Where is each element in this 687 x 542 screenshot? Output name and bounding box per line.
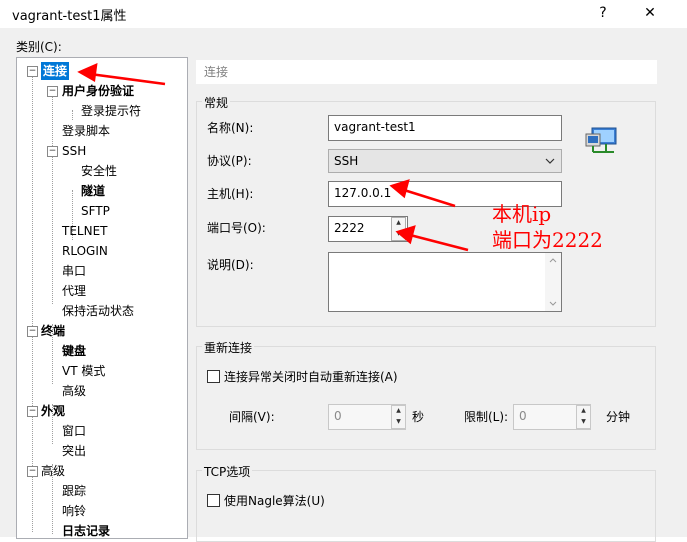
- tree-item-login-script[interactable]: 登录脚本: [62, 122, 110, 140]
- description-scrollbar[interactable]: [545, 253, 561, 311]
- tree-item-sftp[interactable]: SFTP: [81, 202, 110, 220]
- spin-up-icon[interactable]: ▲: [392, 218, 405, 229]
- tree-item-security[interactable]: 安全性: [81, 162, 117, 180]
- collapse-icon[interactable]: −: [47, 146, 58, 157]
- port-label: 端口号(O):: [207, 221, 266, 235]
- general-group-title: 常规: [202, 94, 231, 111]
- tree-item-telnet[interactable]: TELNET: [62, 222, 108, 240]
- tree-item-serial[interactable]: 串口: [62, 262, 86, 280]
- nagle-checkbox[interactable]: [207, 494, 220, 507]
- auto-reconnect-checkbox[interactable]: [207, 370, 220, 383]
- help-button[interactable]: ?: [583, 2, 623, 24]
- reconnect-group-title: 重新连接: [202, 339, 255, 356]
- tree-item-login-prompts[interactable]: 登录提示符: [81, 102, 141, 120]
- scroll-up-icon: [549, 258, 557, 263]
- auto-reconnect-label[interactable]: 连接异常关闭时自动重新连接(A): [224, 368, 398, 385]
- nagle-label[interactable]: 使用Nagle算法(U): [224, 492, 325, 509]
- collapse-icon[interactable]: −: [27, 406, 38, 417]
- tcp-group-title: TCP选项: [202, 463, 253, 480]
- host-label: 主机(H):: [207, 187, 254, 201]
- limit-unit: 分钟: [606, 410, 631, 424]
- category-tree[interactable]: − − − − − − 连接 用户身份验证 登录提示符 登录脚本 SSH 安全性…: [16, 57, 188, 539]
- tree-item-window[interactable]: 窗口: [62, 422, 86, 440]
- collapse-icon[interactable]: −: [27, 466, 38, 477]
- tree-item-user-auth[interactable]: 用户身份验证: [62, 82, 134, 100]
- tree-item-appearance[interactable]: 外观: [41, 402, 65, 420]
- tree-line: [32, 72, 33, 532]
- tree-item-terminal-advanced[interactable]: 高级: [62, 382, 86, 400]
- description-field[interactable]: [328, 252, 562, 312]
- name-label: 名称(N):: [207, 121, 254, 135]
- collapse-icon[interactable]: −: [27, 326, 38, 337]
- annotation-port: 端口为2222: [492, 228, 603, 252]
- tree-item-terminal[interactable]: 终端: [41, 322, 65, 340]
- tree-item-trace[interactable]: 跟踪: [62, 482, 86, 500]
- dialog-body: 类别(C): − − − − − − 连接 用户身份验证 登录提示符 登录脚本 …: [0, 28, 687, 542]
- title-bar: vagrant-test1属性 ? ✕: [0, 0, 687, 28]
- tree-item-logging[interactable]: 日志记录: [62, 522, 110, 538]
- description-label: 说明(D):: [207, 258, 254, 272]
- collapse-icon[interactable]: −: [47, 86, 58, 97]
- interval-spinner[interactable]: ▲ ▼: [391, 405, 406, 429]
- interval-unit: 秒: [412, 410, 425, 424]
- annotation-local-ip: 本机ip: [492, 202, 552, 226]
- name-field[interactable]: vagrant-test1: [328, 115, 562, 141]
- spin-down-icon[interactable]: ▼: [392, 229, 405, 240]
- reconnect-group: [196, 346, 656, 450]
- collapse-icon[interactable]: −: [27, 66, 38, 77]
- port-spinner[interactable]: ▲ ▼: [391, 217, 406, 241]
- tree-item-advanced[interactable]: 高级: [41, 462, 65, 480]
- interval-label: 间隔(V):: [229, 410, 275, 424]
- category-label: 类别(C):: [16, 40, 62, 54]
- scroll-down-icon: [549, 301, 557, 306]
- section-title: 连接: [196, 60, 657, 84]
- protocol-select-value: SSH: [334, 154, 359, 168]
- chevron-down-icon: [545, 158, 555, 164]
- close-button[interactable]: ✕: [630, 2, 670, 24]
- tree-item-rlogin[interactable]: RLOGIN: [62, 242, 108, 260]
- tree-item-keepalive[interactable]: 保持活动状态: [62, 302, 134, 320]
- spin-up-icon[interactable]: ▲: [577, 406, 590, 417]
- limit-label: 限制(L):: [464, 410, 509, 424]
- limit-spinner[interactable]: ▲ ▼: [576, 405, 591, 429]
- tree-item-tunneling[interactable]: 隧道: [81, 182, 105, 200]
- tree-item-ssh[interactable]: SSH: [62, 142, 86, 160]
- tree-line: [72, 110, 73, 120]
- protocol-label: 协议(P):: [207, 154, 252, 168]
- tree-item-vt-modes[interactable]: VT 模式: [62, 362, 105, 380]
- tree-item-connection[interactable]: 连接: [41, 62, 70, 80]
- tree-item-keyboard[interactable]: 键盘: [62, 342, 86, 360]
- network-computer-icon: [585, 127, 617, 153]
- tree-item-bell[interactable]: 响铃: [62, 502, 86, 520]
- spin-down-icon[interactable]: ▼: [577, 417, 590, 428]
- tree-item-highlight[interactable]: 突出: [62, 442, 86, 460]
- window-title: vagrant-test1属性: [12, 9, 127, 24]
- tree-line: [52, 90, 53, 304]
- spin-up-icon[interactable]: ▲: [392, 406, 405, 417]
- tree-item-proxy[interactable]: 代理: [62, 282, 86, 300]
- spin-down-icon[interactable]: ▼: [392, 417, 405, 428]
- protocol-select[interactable]: SSH: [328, 149, 562, 173]
